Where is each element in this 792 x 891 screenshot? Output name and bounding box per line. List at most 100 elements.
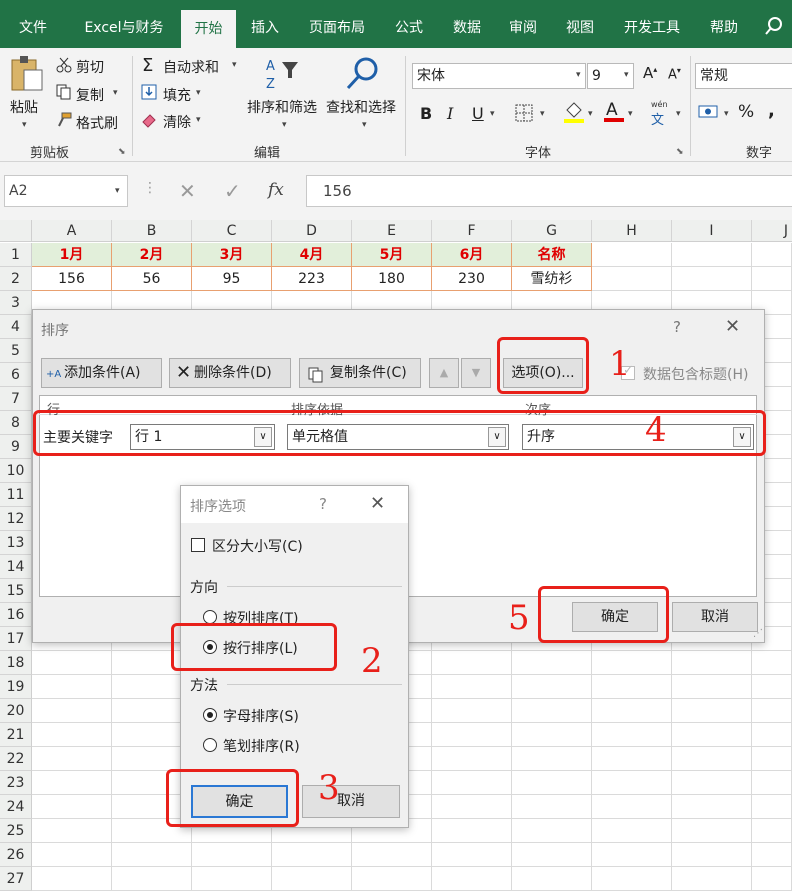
row-header-1[interactable]: 1 [0,243,32,267]
grid-cell[interactable] [352,843,432,867]
grid-cell[interactable] [672,747,752,771]
font-name-select[interactable]: 宋体 [412,63,586,89]
row-header-11[interactable]: 11 [0,483,32,507]
grid-cell[interactable] [752,795,792,819]
cell-g1[interactable]: 名称 [512,243,592,267]
grid-cell[interactable] [512,747,592,771]
grid-cell[interactable] [32,771,112,795]
phonetic-icon[interactable]: wén 文 [651,100,668,128]
font-launcher-icon[interactable]: ⬊ [676,147,684,157]
grid-cell[interactable] [432,723,512,747]
select-all-corner[interactable] [0,220,32,242]
row-header-4[interactable]: 4 [0,315,32,339]
column-header-a[interactable]: A [32,220,112,242]
grid-cell[interactable] [512,723,592,747]
grid-cell[interactable] [672,819,752,843]
row-header-6[interactable]: 6 [0,363,32,387]
increase-font-icon[interactable]: A▴ [643,64,657,82]
cell-b2[interactable]: 56 [112,267,192,291]
grid-cell[interactable] [752,267,792,291]
tab-review[interactable]: 审阅 [498,0,548,48]
currency-dropdown-icon[interactable]: ▾ [724,109,729,119]
grid-cell[interactable] [592,267,672,291]
grid-cell[interactable] [752,651,792,675]
enter-icon[interactable]: ✓ [224,179,241,203]
cell-d2[interactable]: 223 [272,267,352,291]
grid-cell[interactable] [32,747,112,771]
row-header-27[interactable]: 27 [0,867,32,891]
grid-cell[interactable] [272,843,352,867]
insert-function-button[interactable]: fx [268,180,284,200]
cell-f2[interactable]: 230 [432,267,512,291]
column-header-j[interactable]: J [752,220,792,242]
grid-cell[interactable] [672,651,752,675]
grid-cell[interactable] [192,843,272,867]
grid-cell[interactable] [512,795,592,819]
column-header-e[interactable]: E [352,220,432,242]
row-header-7[interactable]: 7 [0,387,32,411]
grid-cell[interactable] [672,795,752,819]
grid-cell[interactable] [592,843,672,867]
row-header-16[interactable]: 16 [0,603,32,627]
grid-cell[interactable] [592,819,672,843]
cell-a1[interactable]: 1月 [32,243,112,267]
row-header-2[interactable]: 2 [0,267,32,291]
grid-cell[interactable] [752,699,792,723]
grid-cell[interactable] [32,867,112,891]
find-select-button[interactable]: 查找和选择 [326,97,396,117]
autosum-button[interactable]: 自动求和 [163,57,219,77]
row-header-9[interactable]: 9 [0,435,32,459]
grid-cell[interactable] [672,243,752,267]
row-header-5[interactable]: 5 [0,339,32,363]
column-header-b[interactable]: B [112,220,192,242]
grid-cell[interactable] [432,675,512,699]
grid-cell[interactable] [32,843,112,867]
currency-icon[interactable] [698,103,720,125]
font-size-dropdown-icon[interactable]: ▾ [624,70,629,80]
row-header-18[interactable]: 18 [0,651,32,675]
column-header-h[interactable]: H [592,220,672,242]
row-header-15[interactable]: 15 [0,579,32,603]
tab-developer[interactable]: 开发工具 [613,0,691,48]
underline-button[interactable]: U [472,104,484,123]
options-cancel-button[interactable]: 取消 [302,785,400,818]
number-format-select[interactable]: 常规 [695,63,792,89]
paste-button[interactable]: 粘贴 [10,97,38,117]
options-help-icon[interactable]: ? [319,495,327,513]
grid-cell[interactable] [512,819,592,843]
grid-cell[interactable] [752,843,792,867]
row-header-20[interactable]: 20 [0,699,32,723]
name-box[interactable]: A2 [4,175,128,207]
grid-cell[interactable] [752,675,792,699]
cell-e1[interactable]: 5月 [352,243,432,267]
fill-color-icon[interactable] [563,100,585,128]
row-header-25[interactable]: 25 [0,819,32,843]
column-header-i[interactable]: I [672,220,752,242]
options-close-icon[interactable]: ✕ [370,493,385,514]
row-header-14[interactable]: 14 [0,555,32,579]
column-header-f[interactable]: F [432,220,512,242]
grid-cell[interactable] [112,867,192,891]
grid-cell[interactable] [752,819,792,843]
cell-b1[interactable]: 2月 [112,243,192,267]
find-select-dropdown-icon[interactable]: ▾ [362,120,367,130]
delete-condition-button[interactable]: ✕ 删除条件(D) [169,358,291,388]
tab-data[interactable]: 数据 [442,0,492,48]
cell-f1[interactable]: 6月 [432,243,512,267]
cancel-icon[interactable]: ✕ [179,179,196,203]
cell-c2[interactable]: 95 [192,267,272,291]
autosum-dropdown-icon[interactable]: ▾ [232,60,237,70]
grid-cell[interactable] [512,699,592,723]
search-icon[interactable] [764,16,784,40]
paste-dropdown-icon[interactable]: ▾ [22,120,27,130]
cell-g2[interactable]: 雪纺衫 [512,267,592,291]
grid-cell[interactable] [752,243,792,267]
grid-cell[interactable] [32,819,112,843]
grid-cell[interactable] [512,843,592,867]
resize-grip-icon[interactable]: ⋰ [753,628,763,639]
format-painter-button[interactable]: 格式刷 [76,113,118,133]
move-up-button[interactable]: ▲ [429,358,459,388]
grid-cell[interactable] [432,795,512,819]
row-header-12[interactable]: 12 [0,507,32,531]
grid-cell[interactable] [432,771,512,795]
